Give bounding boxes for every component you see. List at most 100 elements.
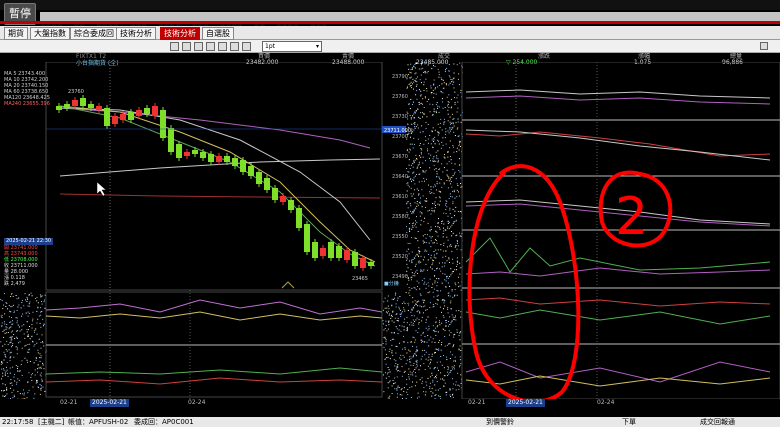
noise-dot bbox=[445, 394, 447, 396]
noise-dot bbox=[456, 248, 458, 250]
noise-dot bbox=[449, 276, 451, 278]
menu-bar[interactable]: ■■■■ ■■ ■■■■ ■■■ ■■■■ ■■■ ■■■■ ■■ ■■■■ ■… bbox=[40, 12, 780, 29]
noise-dot bbox=[406, 316, 408, 318]
noise-dot bbox=[408, 368, 410, 370]
noise-dot bbox=[1, 317, 3, 319]
noise-dot bbox=[40, 314, 42, 316]
noise-dot bbox=[31, 324, 33, 326]
noise-dot bbox=[459, 339, 461, 341]
noise-dot bbox=[454, 289, 456, 291]
noise-dot bbox=[413, 161, 415, 163]
noise-dot bbox=[397, 369, 399, 371]
noise-dot bbox=[396, 376, 398, 378]
tab-technical[interactable]: 技術分析 bbox=[116, 27, 156, 40]
noise-dot bbox=[429, 192, 431, 194]
noise-dot bbox=[425, 351, 427, 353]
noise-dot bbox=[0, 363, 2, 365]
noise-dot bbox=[22, 313, 24, 315]
noise-dot bbox=[415, 351, 417, 353]
tab-technical-active[interactable]: 技術分析 bbox=[160, 27, 200, 40]
noise-dot bbox=[428, 345, 430, 347]
tool-button[interactable] bbox=[242, 42, 251, 51]
noise-dot bbox=[416, 363, 418, 365]
noise-dot bbox=[455, 122, 457, 124]
tool-button[interactable] bbox=[206, 42, 215, 51]
noise-dot bbox=[434, 207, 436, 209]
tab-index[interactable]: 大盤指數 bbox=[30, 27, 70, 40]
indicator-line-green bbox=[45, 367, 383, 375]
noise-dot bbox=[415, 72, 417, 74]
noise-dot bbox=[414, 159, 416, 161]
noise-dot bbox=[417, 204, 419, 206]
noise-dot bbox=[429, 388, 431, 390]
noise-dot bbox=[444, 375, 446, 377]
noise-dot bbox=[397, 385, 399, 387]
noise-dot bbox=[419, 112, 421, 114]
noise-dot bbox=[6, 302, 8, 304]
noise-dot bbox=[408, 279, 410, 281]
tool-button[interactable] bbox=[230, 42, 239, 51]
noise-dot bbox=[39, 357, 41, 359]
tool-button[interactable] bbox=[170, 42, 179, 51]
noise-dot bbox=[403, 309, 405, 311]
noise-dot bbox=[453, 131, 455, 133]
order-button[interactable]: 下單 bbox=[622, 417, 636, 427]
noise-dot bbox=[421, 212, 423, 214]
noise-dot bbox=[411, 386, 413, 388]
noise-dot bbox=[432, 283, 434, 285]
tab-watchlist[interactable]: 自選股 bbox=[202, 27, 234, 40]
noise-dot bbox=[450, 322, 452, 324]
tab-orders[interactable]: 綜合委成回 bbox=[70, 27, 118, 40]
close-icon[interactable] bbox=[760, 42, 768, 50]
noise-dot bbox=[426, 116, 428, 118]
scroll-up-icon[interactable] bbox=[281, 281, 295, 289]
noise-dot bbox=[22, 393, 24, 395]
noise-dot bbox=[406, 383, 408, 385]
status-account: 帳值：APFUSH-02 bbox=[68, 418, 129, 426]
noise-dot bbox=[30, 374, 32, 376]
noise-dot bbox=[446, 277, 448, 279]
noise-dot bbox=[388, 324, 390, 326]
alert-button[interactable]: 到價警鈴 bbox=[486, 417, 514, 427]
noise-dot bbox=[428, 184, 430, 186]
tool-button[interactable] bbox=[182, 42, 191, 51]
noise-dot bbox=[14, 380, 16, 382]
noise-dot bbox=[440, 77, 442, 79]
noise-dot bbox=[439, 197, 441, 199]
noise-dot bbox=[400, 330, 402, 332]
candle bbox=[320, 248, 326, 256]
noise-dot bbox=[429, 307, 431, 309]
noise-dot bbox=[459, 262, 461, 264]
noise-dot bbox=[453, 383, 455, 385]
noise-dot bbox=[411, 251, 413, 253]
noise-dot bbox=[31, 380, 33, 382]
noise-dot bbox=[385, 311, 387, 313]
right-line bbox=[465, 131, 771, 157]
noise-dot bbox=[26, 300, 28, 302]
noise-dot bbox=[443, 182, 445, 184]
noise-dot bbox=[433, 288, 435, 290]
noise-dot bbox=[410, 193, 412, 195]
tool-button[interactable] bbox=[218, 42, 227, 51]
noise-dot bbox=[36, 300, 38, 302]
candle bbox=[112, 116, 118, 124]
noise-dot bbox=[433, 254, 435, 256]
noise-dot bbox=[411, 381, 413, 383]
noise-dot bbox=[406, 391, 408, 393]
tool-button[interactable] bbox=[194, 42, 203, 51]
noise-dot bbox=[408, 73, 410, 75]
fill-report-button[interactable]: 成交回報通 bbox=[700, 417, 735, 427]
noise-dot bbox=[440, 349, 442, 351]
noise-dot bbox=[419, 166, 421, 168]
noise-dot bbox=[443, 87, 445, 89]
noise-dot bbox=[2, 372, 4, 374]
chart-canvas[interactable]: 2 23790237602373023700236702364023610235… bbox=[0, 62, 780, 399]
noise-dot bbox=[421, 340, 423, 342]
tab-futures[interactable]: 期貨 bbox=[4, 27, 28, 40]
noise-dot bbox=[411, 143, 413, 145]
noise-dot bbox=[430, 186, 432, 188]
zoom-select[interactable]: 1pt ▾ bbox=[262, 41, 322, 52]
noise-dot bbox=[394, 317, 396, 319]
noise-dot bbox=[4, 353, 6, 355]
noise-dot bbox=[28, 348, 30, 350]
